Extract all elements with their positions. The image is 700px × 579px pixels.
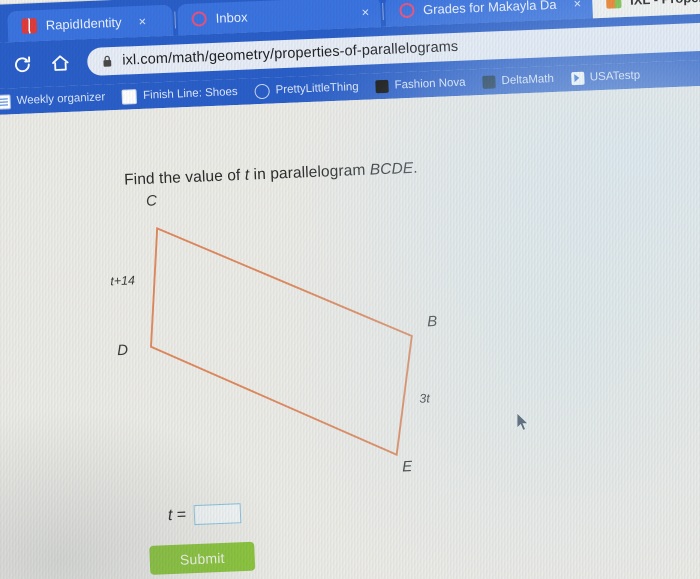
bookmark-fashion-nova[interactable]: Fashion Nova — [375, 76, 466, 93]
screenshot-root: hrome File Edit View History RapidIdenti… — [0, 0, 700, 579]
prettylittlething-icon — [254, 83, 270, 99]
bookmark-prettylittlething[interactable]: PrettyLittleThing — [254, 79, 359, 99]
tab-close-icon[interactable]: × — [138, 14, 146, 29]
bookmark-label: DeltaMath — [501, 72, 555, 88]
question-text-mid: in parallelogram — [248, 161, 371, 184]
finishline-icon — [121, 88, 138, 105]
question-prompt: Find the value of t in parallelogram BCD… — [124, 160, 418, 190]
tab-label: IXL - Propertie — [630, 0, 700, 8]
page-viewport: Find the value of t in parallelogram BCD… — [0, 83, 700, 579]
document-icon — [0, 93, 11, 110]
tab-divider — [381, 2, 384, 20]
answer-row: t = — [168, 503, 242, 526]
deltamath-icon — [482, 74, 496, 89]
tab-label: Grades for Makayla Dav — [422, 0, 557, 18]
bookmark-weekly-organizer[interactable]: Weekly organizer — [0, 90, 106, 110]
tab-label: RapidIdentity — [45, 14, 122, 33]
answer-input[interactable] — [193, 503, 242, 526]
bookmark-label: USATestp — [589, 69, 641, 84]
parallelogram-svg — [150, 226, 413, 457]
question-text-prefix: Find the value of — [123, 166, 246, 189]
mail-circle-icon — [191, 11, 208, 27]
vertex-label-c: C — [145, 192, 158, 210]
rapididentity-icon — [21, 18, 38, 34]
answer-label: t = — [168, 506, 187, 525]
lock-icon — [103, 55, 112, 67]
bookmark-label: Finish Line: Shoes — [142, 85, 238, 102]
url-text: ixl.com/math/geometry/properties-of-para… — [121, 38, 459, 69]
vertex-label-d: D — [116, 341, 129, 360]
tab-close-icon[interactable]: × — [361, 4, 369, 19]
tab-divider — [174, 11, 177, 29]
tab-close-icon[interactable]: × — [573, 0, 581, 11]
submit-button[interactable]: Submit — [149, 541, 256, 575]
question-shape-name: BCDE — [369, 159, 414, 179]
vertex-label-b: B — [426, 312, 438, 331]
parallelogram-outline — [150, 226, 413, 457]
side-label-cd-text: t+14 — [110, 273, 136, 289]
ixl-icon — [605, 0, 622, 9]
home-icon[interactable] — [49, 52, 72, 75]
chrome-browser-window: hrome File Edit View History RapidIdenti… — [0, 0, 700, 579]
tab-label: Inbox — [215, 9, 248, 26]
answer-equals: = — [172, 506, 187, 524]
vertex-label-e: E — [401, 458, 413, 476]
bookmark-label: PrettyLittleThing — [275, 80, 359, 97]
bookmark-label: Fashion Nova — [394, 76, 466, 92]
question-text-suffix: . — [412, 159, 419, 177]
fashionnova-icon — [375, 79, 389, 93]
mail-circle-icon — [398, 2, 415, 19]
bookmark-deltamath[interactable]: DeltaMath — [482, 72, 555, 89]
side-label-be: 3t — [419, 391, 430, 405]
menu-item-chrome[interactable]: hrome — [0, 0, 35, 1]
parallelogram-figure: C B E D t+14 3t — [110, 183, 497, 498]
bookmark-finish-line[interactable]: Finish Line: Shoes — [121, 84, 238, 105]
bookmark-usatestprep[interactable]: USATestp — [570, 69, 641, 85]
bookmark-label: Weekly organizer — [16, 91, 106, 108]
side-label-be-text: 3t — [419, 391, 431, 406]
usatestprep-icon — [570, 71, 585, 85]
side-label-cd: t+14 — [110, 273, 135, 288]
reload-icon[interactable] — [11, 53, 34, 76]
